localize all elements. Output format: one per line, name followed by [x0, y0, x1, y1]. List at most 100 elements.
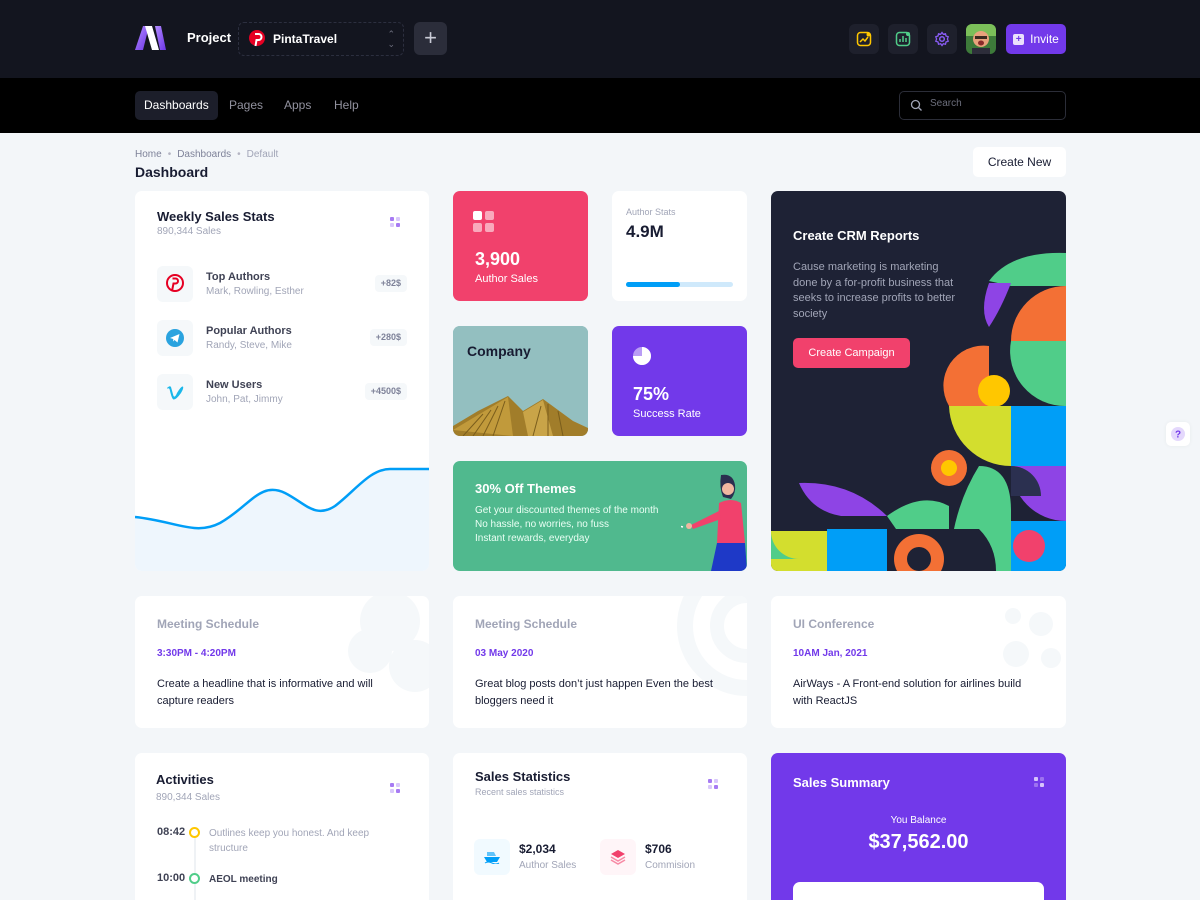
nav-pages[interactable]: Pages: [220, 91, 272, 120]
nav-help[interactable]: Help: [325, 91, 368, 120]
nav-dashboards[interactable]: Dashboards: [135, 91, 218, 120]
promo-line: Get your discounted themes of the month: [475, 505, 659, 516]
timeline-line: [194, 831, 196, 900]
balance-label: You Balance: [890, 815, 947, 826]
stat-value: 4.9M: [626, 222, 664, 241]
status-dot: [189, 873, 200, 884]
amount-badge: +82$: [374, 275, 407, 292]
card-title: 30% Off Themes: [475, 481, 577, 496]
ship-icon: [474, 839, 510, 875]
conference-text: AirWays - A Front-end solution for airli…: [793, 678, 1022, 707]
stat-label: Success Rate: [633, 408, 701, 420]
breadcrumb-home[interactable]: Home: [135, 149, 162, 160]
chart-icon[interactable]: [888, 24, 918, 54]
grid-icon: [473, 211, 494, 232]
card-subtitle: 890,344 Sales: [156, 792, 220, 803]
meeting-text: Create a headline that is informative an…: [157, 678, 373, 707]
pinterest-logo-icon: [249, 30, 265, 47]
project-name: PintaTravel: [273, 32, 338, 46]
card-title: Meeting Schedule: [475, 617, 578, 631]
question-icon: ?: [1171, 427, 1185, 441]
stat-value: 3,900: [475, 249, 521, 269]
success-rate-card: 75% Success Rate: [612, 326, 747, 436]
invite-button[interactable]: + Invite: [1006, 24, 1066, 54]
breadcrumb-dashboards[interactable]: Dashboards: [177, 149, 231, 160]
card-title: Weekly Sales Stats: [157, 209, 275, 224]
meeting-card[interactable]: Meeting Schedule 3:30PM - 4:20PM Create …: [135, 596, 429, 728]
main-nav: Dashboards Pages Apps Help: [0, 78, 1200, 133]
invite-label: Invite: [1030, 32, 1059, 46]
app-logo[interactable]: [135, 26, 166, 50]
trend-icon[interactable]: [849, 24, 879, 54]
add-project-button[interactable]: +: [414, 22, 447, 55]
project-selector[interactable]: PintaTravel ⌃ ⌄: [238, 22, 404, 56]
list-item[interactable]: New Users John, Pat, Jimmy +4500$: [157, 374, 407, 410]
plus-icon: +: [1013, 33, 1025, 45]
search-box: [899, 91, 1066, 120]
geometric-illustration: [771, 252, 1066, 571]
breadcrumb-current: Default: [246, 149, 279, 160]
weekly-sales-card: Weekly Sales Stats 890,344 Sales Top Aut…: [135, 191, 429, 571]
svg-text:?: ?: [1175, 430, 1181, 441]
activity-time: 08:42: [157, 826, 186, 838]
menu-dots-icon[interactable]: [390, 783, 400, 793]
progress-fill: [626, 282, 680, 287]
list-item[interactable]: Top Authors Mark, Rowling, Esther +82$: [157, 266, 407, 302]
gear-icon[interactable]: [927, 24, 957, 54]
card-title: Company: [467, 343, 531, 359]
meeting-card[interactable]: Meeting Schedule 03 May 2020 Great blog …: [453, 596, 747, 728]
select-arrows-icon: ⌃ ⌄: [387, 29, 395, 49]
user-avatar[interactable]: [966, 24, 996, 54]
amount-badge: +4500$: [364, 383, 407, 400]
promo-text: Get your discounted themes of the month …: [475, 504, 658, 546]
item-people: Randy, Steve, Mike: [206, 340, 292, 351]
menu-dots-icon[interactable]: [1034, 777, 1044, 787]
item-name: Popular Authors: [206, 325, 292, 337]
stat-value: $2,034: [519, 842, 556, 856]
search-input[interactable]: [930, 98, 1050, 109]
breadcrumb-separator: •: [167, 149, 172, 160]
card-title: Sales Summary: [793, 775, 890, 790]
progress-track: [626, 282, 733, 287]
activity-time: 10:00: [157, 872, 186, 884]
breadcrumb: Home • Dashboards • Default: [135, 149, 278, 160]
card-title: Sales Statistics: [475, 769, 571, 784]
crm-reports-card: Create CRM Reports Cause marketing is ma…: [771, 191, 1066, 571]
nav-apps[interactable]: Apps: [275, 91, 320, 120]
person-illustration: [681, 474, 747, 571]
pinterest-icon: [157, 266, 193, 302]
search-icon: [910, 99, 922, 111]
page-title: Dashboard: [135, 164, 209, 180]
company-card[interactable]: Company: [453, 326, 588, 436]
card-subtitle: Recent sales statistics: [475, 787, 565, 797]
activity-text: AEOL meeting: [209, 874, 278, 885]
create-new-button[interactable]: Create New: [973, 147, 1066, 177]
stat-label: Commision: [645, 860, 696, 871]
top-header: Project PintaTravel ⌃ ⌄ + + Invite: [0, 0, 1200, 78]
list-item[interactable]: Popular Authors Randy, Steve, Mike +280$: [157, 320, 407, 356]
author-stats-card: Author Stats 4.9M: [612, 191, 747, 301]
item-name: Top Authors: [206, 271, 271, 283]
menu-dots-icon[interactable]: [708, 779, 718, 789]
activity-text: Outlines keep you honest. And keep struc…: [209, 828, 370, 854]
balance-value: $37,562.00: [868, 831, 969, 853]
help-button[interactable]: ?: [1166, 422, 1190, 446]
stat-value: 75%: [633, 384, 670, 404]
stat-label: Author Sales: [475, 273, 538, 285]
sales-statistics-card: Sales Statistics Recent sales statistics…: [453, 753, 747, 900]
project-label: Project: [187, 30, 232, 45]
conference-date: 10AM Jan, 2021: [793, 648, 868, 659]
breadcrumb-separator: •: [237, 149, 241, 160]
vimeo-icon: [157, 374, 193, 410]
layers-icon: [600, 839, 636, 875]
menu-dots-icon[interactable]: [390, 217, 400, 227]
sales-area-chart: [135, 467, 429, 571]
conference-card[interactable]: UI Conference 10AM Jan, 2021 AirWays - A…: [771, 596, 1066, 728]
stat-label: Author Stats: [626, 207, 676, 217]
card-subtitle: 890,344 Sales: [157, 226, 221, 237]
item-people: John, Pat, Jimmy: [206, 394, 283, 405]
card-title: UI Conference: [793, 617, 875, 631]
promo-line: Instant rewards, everyday: [475, 533, 590, 544]
meeting-date: 03 May 2020: [475, 648, 534, 659]
themes-promo-card[interactable]: 30% Off Themes Get your discounted theme…: [453, 461, 747, 571]
